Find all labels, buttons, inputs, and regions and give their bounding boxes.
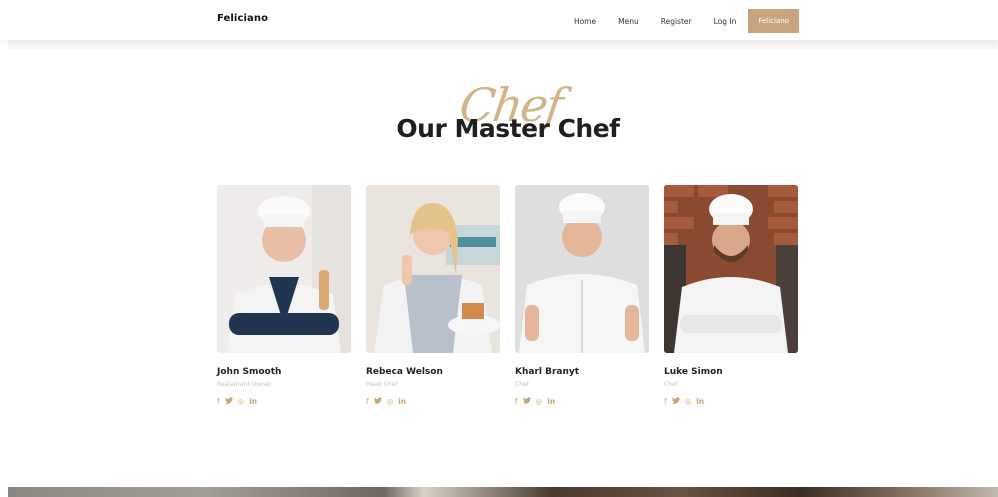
instagram-icon[interactable]: ◎ xyxy=(238,397,245,406)
twitter-icon[interactable] xyxy=(522,397,531,406)
nav-menu: Home Menu Register Log In Feliciano xyxy=(574,9,799,33)
facebook-icon[interactable]: f xyxy=(217,397,220,406)
chef-name: John Smooth xyxy=(217,367,282,377)
chef-role: Restaurant Owner xyxy=(217,381,272,388)
section-title: Our Master Chef xyxy=(396,114,620,143)
social-links: f ◎ in xyxy=(515,397,649,406)
twitter-icon[interactable] xyxy=(671,397,680,406)
social-links: f ◎ in xyxy=(366,397,500,406)
facebook-icon[interactable]: f xyxy=(515,397,518,406)
chef-name: Kharl Branyt xyxy=(515,367,580,377)
nav-register-link[interactable]: Register xyxy=(661,17,692,26)
chef-photo xyxy=(217,185,351,353)
chef-role: Head Chef xyxy=(366,381,398,388)
facebook-icon[interactable]: f xyxy=(366,397,369,406)
chef-photo xyxy=(366,185,500,353)
linkedin-icon[interactable]: in xyxy=(249,397,257,406)
chef-photo xyxy=(515,185,649,353)
chef-name: Luke Simon xyxy=(664,367,723,377)
chef-role: Chef xyxy=(515,381,529,388)
twitter-icon[interactable] xyxy=(373,397,382,406)
chef-photo xyxy=(664,185,798,353)
instagram-icon[interactable]: ◎ xyxy=(387,397,394,406)
chef-card: Rebeca Welson Head Chef f ◎ in xyxy=(366,185,500,406)
social-links: f ◎ in xyxy=(664,397,798,406)
nav-login-link[interactable]: Log In xyxy=(714,17,737,26)
chef-name: Rebeca Welson xyxy=(366,367,443,377)
instagram-icon[interactable]: ◎ xyxy=(685,397,692,406)
brand-logo[interactable]: Feliciano xyxy=(217,13,268,24)
section-heading: Chef Our Master Chef xyxy=(0,70,998,150)
navbar: Feliciano Home Menu Register Log In Feli… xyxy=(0,0,998,40)
footer-image-strip xyxy=(8,487,998,497)
linkedin-icon[interactable]: in xyxy=(696,397,704,406)
linkedin-icon[interactable]: in xyxy=(398,397,406,406)
nav-menu-link[interactable]: Menu xyxy=(618,17,639,26)
chef-role: Chef xyxy=(664,381,678,388)
chef-card: Luke Simon Chef f ◎ in xyxy=(664,185,798,406)
linkedin-icon[interactable]: in xyxy=(547,397,555,406)
twitter-icon[interactable] xyxy=(224,397,233,406)
chef-card: John Smooth Restaurant Owner f ◎ in xyxy=(217,185,351,406)
nav-home-link[interactable]: Home xyxy=(574,17,596,26)
chef-card: Kharl Branyt Chef f ◎ in xyxy=(515,185,649,406)
nav-cta-button[interactable]: Feliciano xyxy=(748,9,799,33)
facebook-icon[interactable]: f xyxy=(664,397,667,406)
social-links: f ◎ in xyxy=(217,397,351,406)
instagram-icon[interactable]: ◎ xyxy=(536,397,543,406)
